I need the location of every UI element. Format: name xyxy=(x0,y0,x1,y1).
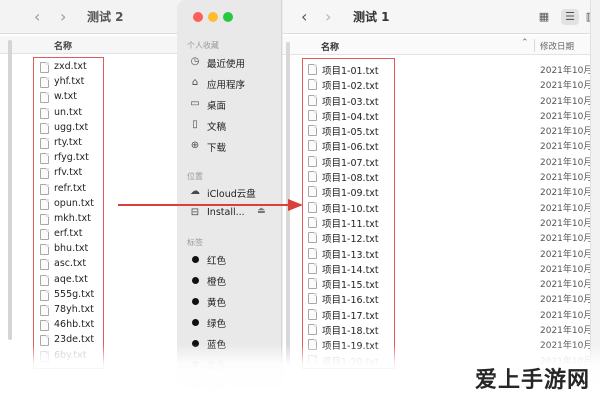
tag-dot-icon xyxy=(192,298,199,305)
sidebar-tag-item[interactable]: 红色 xyxy=(189,251,279,269)
back-finder-window: ‹ › 测试 2 名称 zxd.txt yhf.txt w.txt un.txt ugg… xyxy=(0,0,190,394)
sidebar-tag-item[interactable]: 黄色 xyxy=(189,293,279,311)
date-column-header[interactable]: 修改日期 xyxy=(540,40,574,52)
sidebar-item-label: 橙色 xyxy=(207,277,227,288)
sidebar-item-label: 黄色 xyxy=(207,298,227,309)
name-column-header[interactable]: 名称 xyxy=(321,40,339,53)
sidebar-item-label: 红色 xyxy=(207,256,227,267)
sidebar-item-desktop[interactable]: ▭ 桌面 xyxy=(189,96,279,114)
sidebar-item-applications[interactable]: ⌂ 应用程序 xyxy=(189,75,279,93)
minimize-window-button[interactable] xyxy=(208,12,218,22)
tags-section-header: 标签 xyxy=(187,238,203,247)
column-separator xyxy=(534,39,535,52)
rename-arrow-icon xyxy=(118,199,303,211)
forward-chevron-icon[interactable]: › xyxy=(60,9,66,25)
list-view-icon[interactable]: ☰ xyxy=(561,9,579,25)
download-icon: ⊕ xyxy=(190,140,200,151)
apps-icon: ⌂ xyxy=(191,77,199,88)
desktop-icon: ▭ xyxy=(190,98,200,109)
favorites-section-header: 个人收藏 xyxy=(187,41,219,50)
document-icon: ▯ xyxy=(192,119,198,130)
sidebar-item-label: 应用程序 xyxy=(207,80,246,91)
window-edge xyxy=(590,0,600,394)
finder-sidebar: 个人收藏 ◷ 最近使用 ⌂ 应用程序 ▭ 桌面 ▯ 文稿 ⊕ 下载 位置 ☁ i… xyxy=(177,0,282,394)
back-window-toolbar: ‹ › 测试 2 xyxy=(0,0,190,34)
back-window-title: 测试 2 xyxy=(87,10,124,24)
tag-dot-icon xyxy=(192,277,199,284)
sidebar-item-downloads[interactable]: ⊕ 下载 xyxy=(189,138,279,156)
locations-section-header: 位置 xyxy=(187,172,203,181)
sort-caret-icon[interactable]: ⌃ xyxy=(521,38,529,48)
name-column-header[interactable]: 名称 xyxy=(54,39,72,52)
watermark-text: 爱上手游网 xyxy=(474,368,590,393)
sidebar-tag-item[interactable]: 绿色 xyxy=(189,314,279,332)
back-chevron-icon[interactable]: ‹ xyxy=(301,9,307,25)
back-column-header[interactable]: 名称 xyxy=(0,36,190,54)
front-window-toolbar: ‹ › 测试 1 ▦ ☰ ▥ xyxy=(283,0,600,34)
sidebar-item-label: 文稿 xyxy=(207,122,227,133)
back-scrollbar[interactable] xyxy=(8,40,12,340)
zoom-window-button[interactable] xyxy=(223,12,233,22)
tag-dot-icon xyxy=(192,256,199,263)
highlight-box-right xyxy=(302,58,395,369)
forward-chevron-icon[interactable]: › xyxy=(325,9,331,25)
back-chevron-icon[interactable]: ‹ xyxy=(34,9,40,25)
sidebar-item-label: 桌面 xyxy=(207,101,227,112)
sidebar-tag-item[interactable]: 橙色 xyxy=(189,272,279,290)
icon-view-icon[interactable]: ▦ xyxy=(535,9,553,25)
sidebar-item-recents[interactable]: ◷ 最近使用 xyxy=(189,54,279,72)
close-window-button[interactable] xyxy=(193,12,203,22)
sidebar-item-label: 最近使用 xyxy=(207,59,246,70)
highlight-box-left xyxy=(33,57,104,369)
clock-icon: ◷ xyxy=(190,56,200,67)
sidebar-item-label: 绿色 xyxy=(207,319,227,330)
sidebar-item-label: 下载 xyxy=(207,143,227,154)
sidebar-item-documents[interactable]: ▯ 文稿 xyxy=(189,117,279,135)
front-column-header[interactable]: 名称 ⌃ 修改日期 xyxy=(283,36,600,55)
front-window-title: 测试 1 xyxy=(353,10,390,24)
tag-dot-icon xyxy=(192,319,199,326)
cloud-icon: ☁ xyxy=(190,186,200,197)
